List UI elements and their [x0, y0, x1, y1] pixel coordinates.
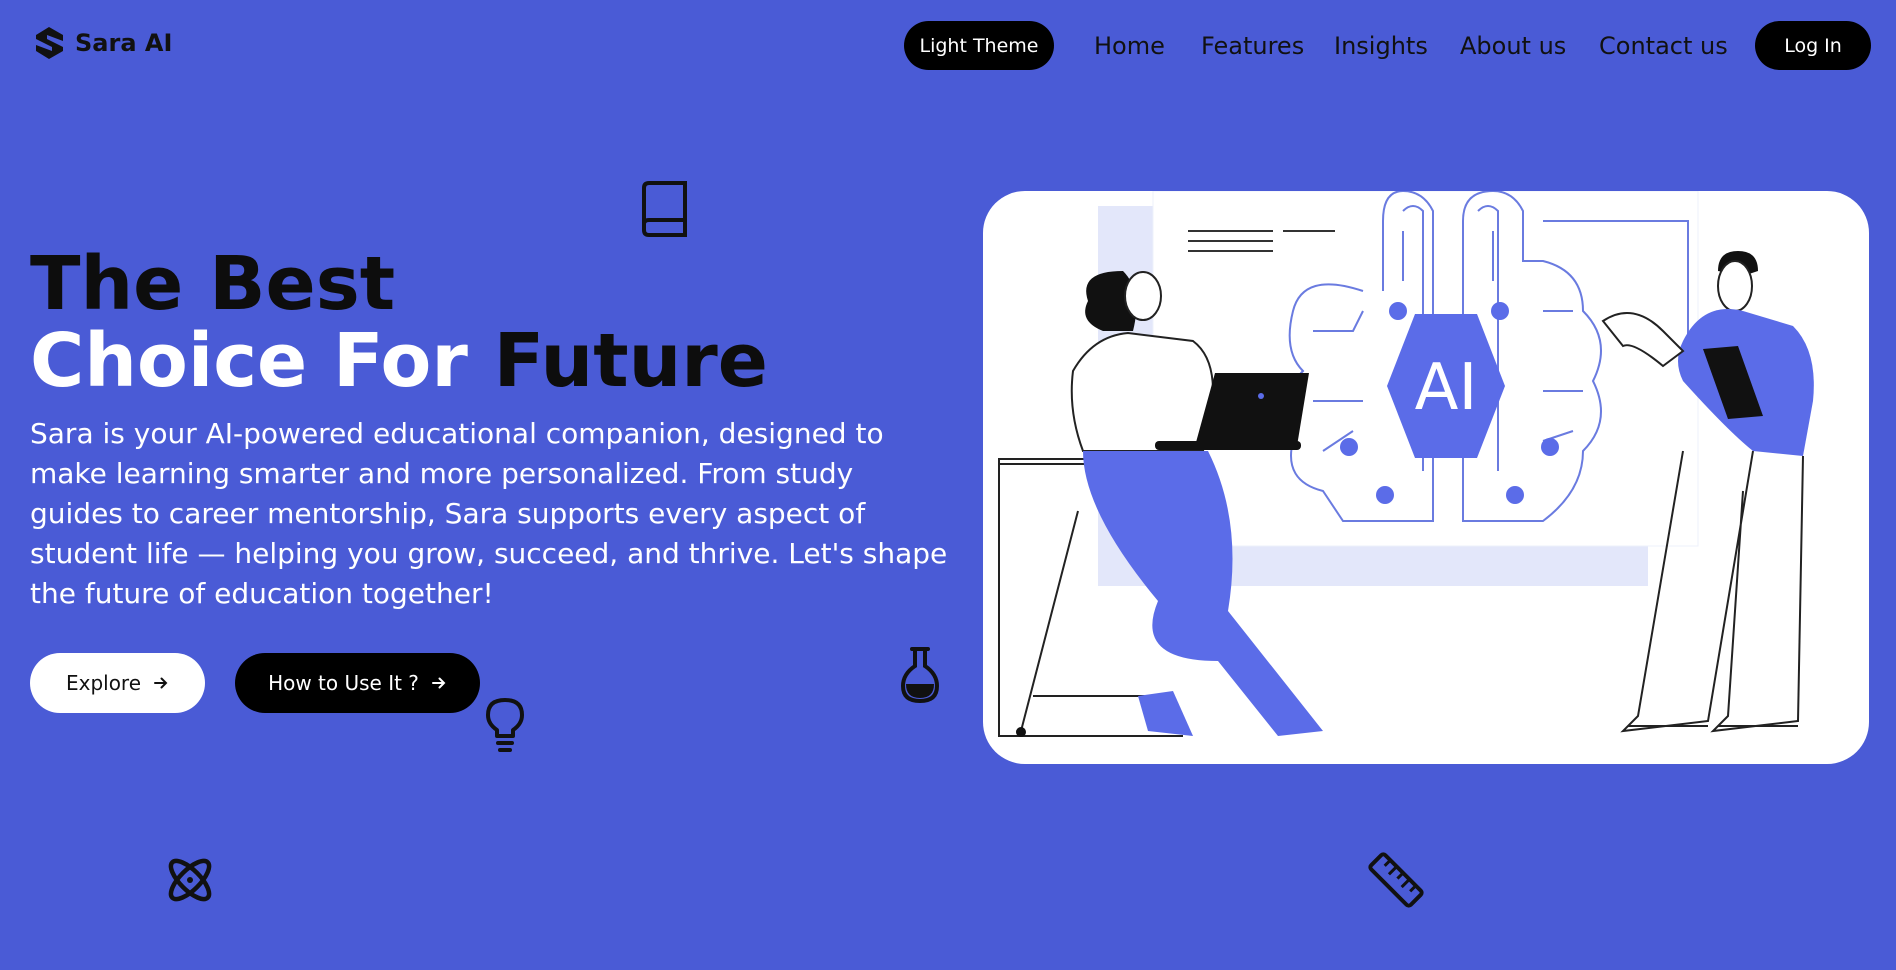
nav-link-contact-us[interactable]: Contact us: [1599, 32, 1728, 60]
nav-link-about-us[interactable]: About us: [1460, 32, 1566, 60]
hero-description: Sara is your AI-powered educational comp…: [30, 417, 948, 610]
brand-name: Sara AI: [75, 29, 173, 57]
arrow-right-icon: [154, 677, 168, 689]
nav-link-insights[interactable]: Insights: [1334, 32, 1428, 60]
login-button[interactable]: Log In: [1755, 21, 1871, 70]
atom-icon: [168, 858, 212, 902]
flask-icon: [900, 647, 940, 704]
ruler-icon: [1368, 852, 1424, 908]
theme-toggle-button[interactable]: Light Theme: [904, 21, 1054, 70]
ai-education-illustration: AI: [998, 191, 1814, 737]
hero-illustration: AI: [983, 191, 1869, 764]
hero-title-highlight: Choice For: [30, 318, 468, 404]
book-icon: [642, 181, 687, 237]
explore-button[interactable]: Explore: [30, 653, 205, 713]
lightbulb-icon: [486, 698, 524, 752]
brand-logo[interactable]: Sara AI: [34, 26, 172, 60]
how-to-use-button-label: How to Use It ?: [268, 671, 419, 695]
hero-title-future: Future: [493, 318, 768, 404]
nav-link-features[interactable]: Features: [1201, 32, 1304, 60]
arrow-right-icon: [431, 677, 446, 689]
nav-link-home[interactable]: Home: [1094, 32, 1165, 60]
how-to-use-button[interactable]: How to Use It ?: [235, 653, 480, 713]
hero-title-line1: The Best: [30, 241, 396, 327]
explore-button-label: Explore: [65, 671, 142, 695]
logo-icon: [36, 27, 63, 59]
hero-title: The Best Choice For Future: [30, 246, 768, 400]
ai-hexagon-label: AI: [1415, 351, 1478, 425]
